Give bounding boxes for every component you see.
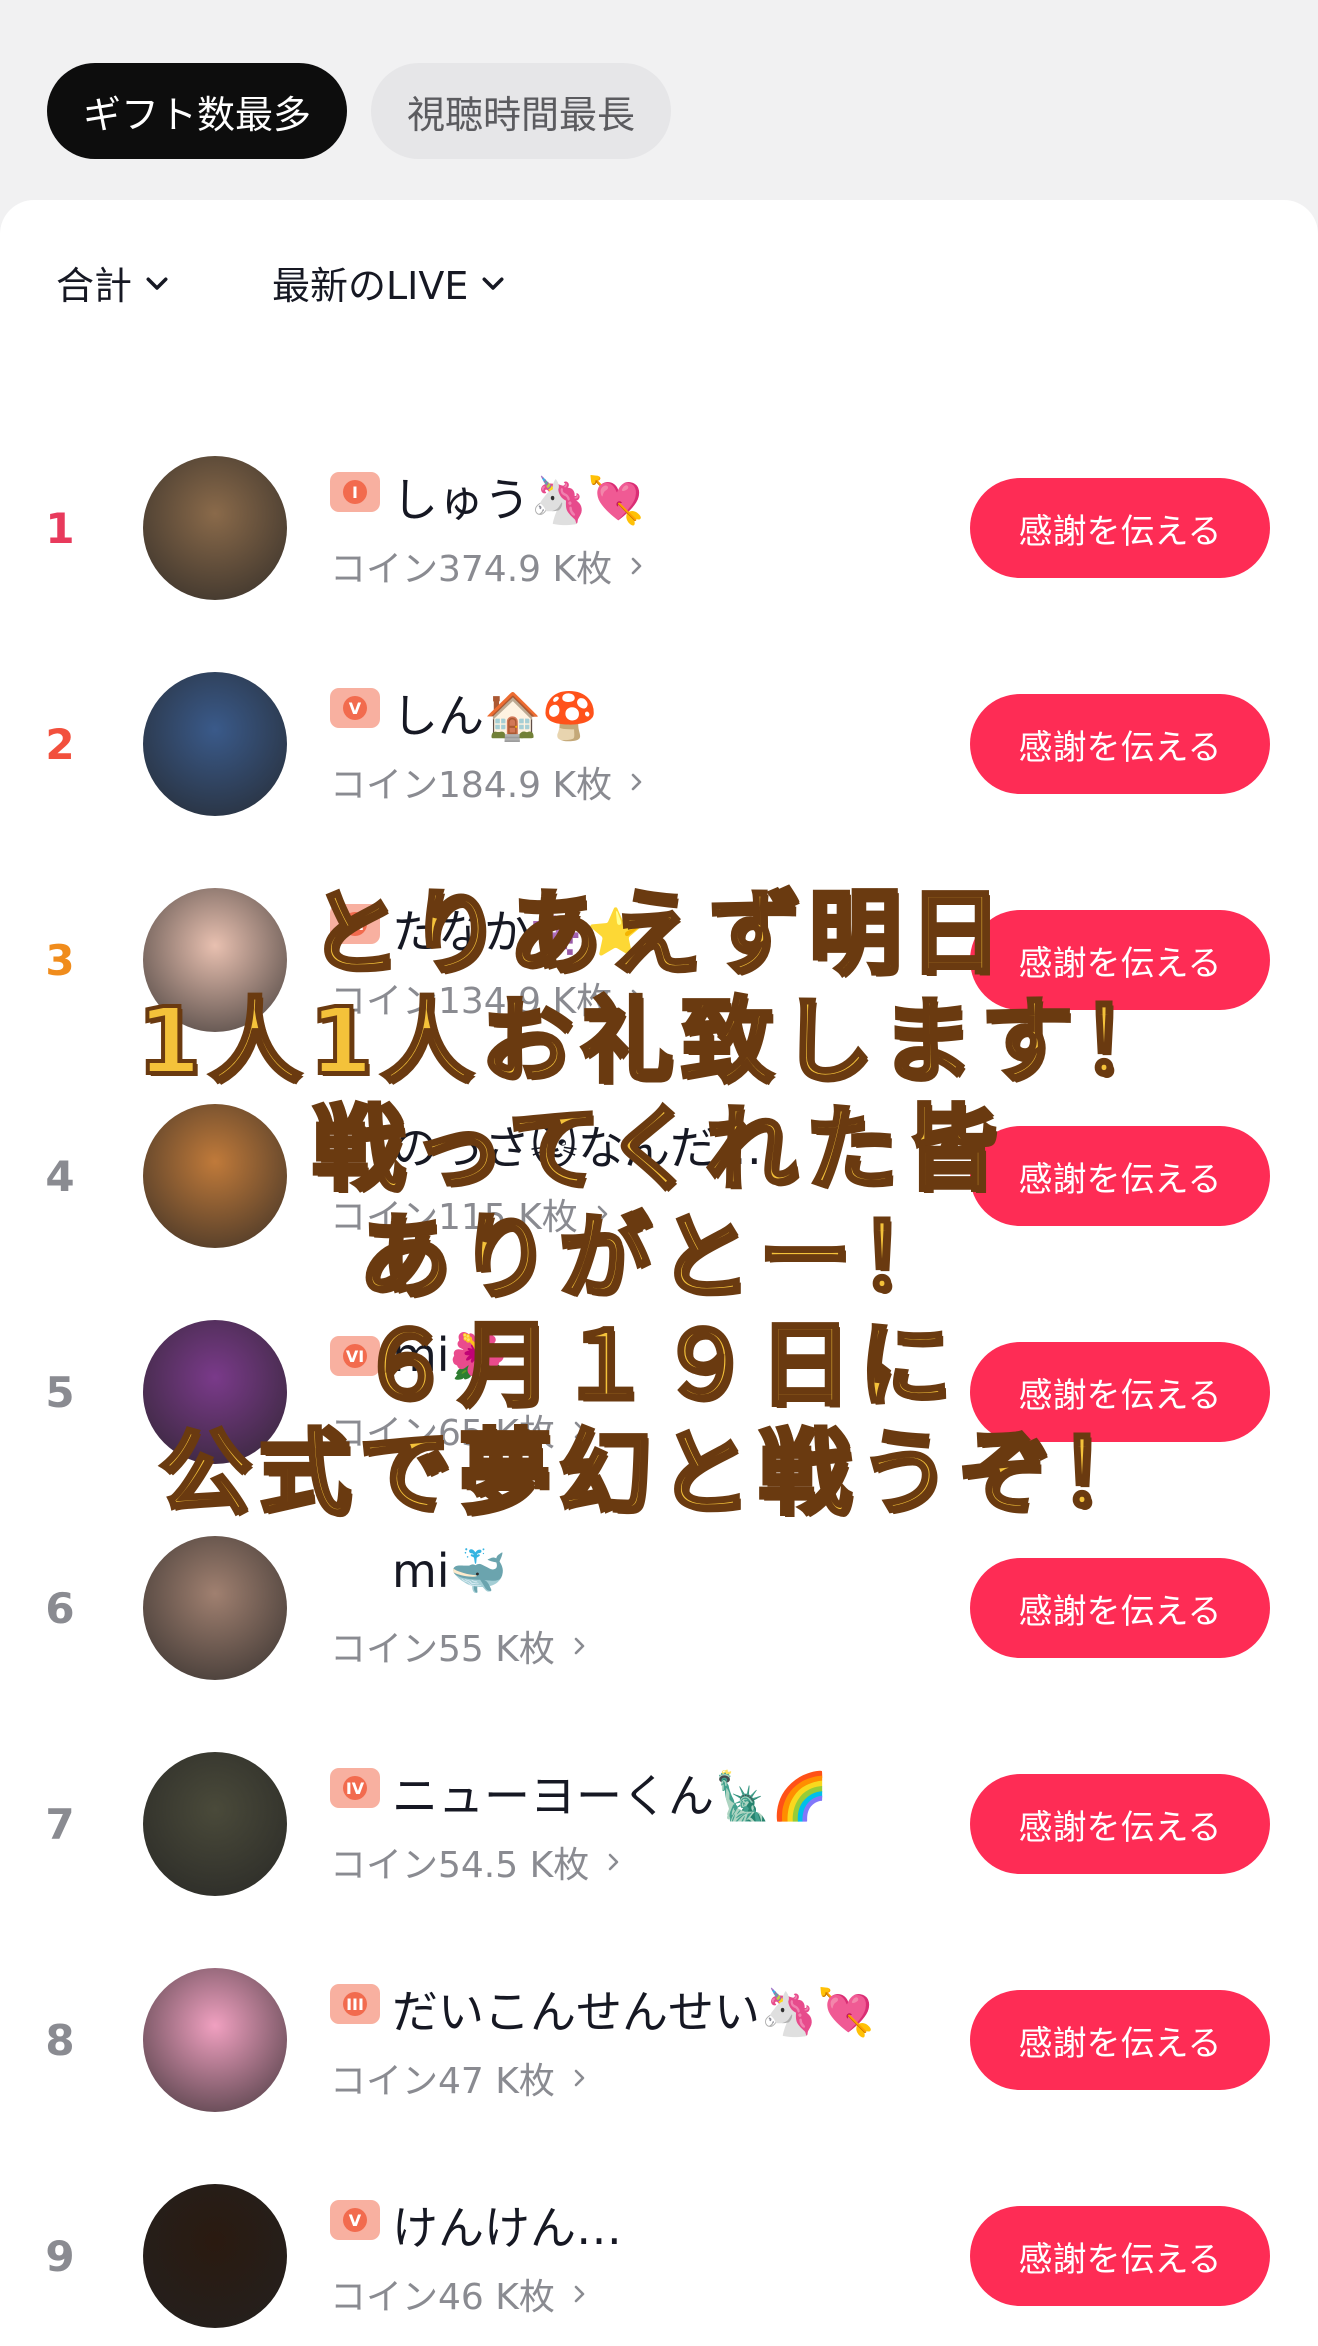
rank-number: 9 bbox=[45, 2231, 75, 2281]
send-thanks-button[interactable]: 感謝を伝える bbox=[970, 1558, 1270, 1658]
level-badge-icon: III bbox=[330, 1984, 380, 2024]
level-badge-label: III bbox=[343, 1992, 367, 2016]
coin-count: コイン46 K枚 bbox=[330, 2277, 555, 2318]
filter-latest-live-dropdown[interactable]: 最新のLIVE bbox=[272, 255, 508, 310]
send-thanks-button[interactable]: 感謝を伝える bbox=[970, 1342, 1270, 1442]
chevron-right-icon bbox=[574, 2069, 585, 2087]
ranking-row[interactable]: 2 V しん🏠🍄 コイン184.9 K枚 感謝を伝える bbox=[0, 636, 1318, 852]
rank-number: 1 bbox=[45, 503, 75, 553]
coin-count-link[interactable]: コイン54.5 K枚 bbox=[330, 1836, 625, 1888]
send-thanks-button[interactable]: 感謝を伝える bbox=[970, 1990, 1270, 2090]
coin-count-link[interactable]: コイン374.9 K枚 bbox=[330, 540, 648, 592]
level-badge-label: V bbox=[343, 2208, 367, 2232]
coin-count: コイン65 K枚 bbox=[330, 1413, 555, 1454]
chevron-right-icon bbox=[608, 1853, 619, 1871]
ranking-tabs: ギフト数最多 視聴時間最長 bbox=[47, 63, 671, 159]
filter-bar: 合計 最新のLIVE bbox=[56, 255, 508, 310]
level-badge-icon: V bbox=[330, 2200, 380, 2240]
coin-count-link[interactable]: コイン184.9 K枚 bbox=[330, 756, 648, 808]
coin-count-link[interactable]: コイン47 K枚 bbox=[330, 2052, 591, 2104]
avatar[interactable] bbox=[143, 672, 287, 816]
rank-number: 6 bbox=[45, 1583, 75, 1633]
coin-count-link[interactable]: コイン115 K枚 bbox=[330, 1188, 614, 1240]
ranking-row[interactable]: 6 mi🐳 コイン55 K枚 感謝を伝える bbox=[0, 1500, 1318, 1716]
chevron-right-icon bbox=[574, 2285, 585, 2303]
ranking-screen: ギフト数最多 視聴時間最長 合計 最新のLIVE 1 I しゅう🦄💘 コイン374.9… bbox=[0, 0, 1318, 2346]
coin-count-link[interactable]: コイン134.9 K枚 bbox=[330, 972, 648, 1024]
chevron-right-icon bbox=[631, 989, 642, 1007]
send-thanks-button[interactable]: 感謝を伝える bbox=[970, 478, 1270, 578]
ranking-row[interactable]: 7 IV ニューヨーくん🗽🌈 コイン54.5 K枚 感謝を伝える bbox=[0, 1716, 1318, 1932]
coin-count-link[interactable]: コイン46 K枚 bbox=[330, 2268, 591, 2320]
send-thanks-button[interactable]: 感謝を伝える bbox=[970, 1774, 1270, 1874]
avatar[interactable] bbox=[143, 2184, 287, 2328]
filter-total-dropdown[interactable]: 合計 bbox=[56, 255, 172, 310]
coin-count-link[interactable]: コイン55 K枚 bbox=[330, 1620, 591, 1672]
level-badge-label: V bbox=[343, 696, 367, 720]
user-name[interactable]: mi🐳 bbox=[392, 1544, 507, 1599]
coin-count: コイン374.9 K枚 bbox=[330, 549, 613, 590]
user-name[interactable]: しゅう🦄💘 bbox=[392, 464, 645, 530]
level-badge-icon: IV bbox=[330, 1768, 380, 1808]
avatar[interactable] bbox=[143, 1968, 287, 2112]
chevron-right-icon bbox=[574, 1421, 585, 1439]
avatar[interactable] bbox=[143, 1320, 287, 1464]
send-thanks-button[interactable]: 感謝を伝える bbox=[970, 694, 1270, 794]
chevron-right-icon bbox=[574, 1637, 585, 1655]
avatar[interactable] bbox=[143, 1536, 287, 1680]
avatar[interactable] bbox=[143, 888, 287, 1032]
level-badge-icon: I bbox=[330, 472, 380, 512]
chevron-right-icon bbox=[597, 1205, 608, 1223]
user-name[interactable]: しん🏠🍄 bbox=[392, 680, 599, 746]
ranking-panel: 合計 最新のLIVE 1 I しゅう🦄💘 コイン374.9 K枚 感謝を伝える 2 V しん🏠… bbox=[0, 200, 1318, 2346]
rank-number: 7 bbox=[45, 1799, 75, 1849]
send-thanks-button[interactable]: 感謝を伝える bbox=[970, 2206, 1270, 2306]
chevron-down-icon bbox=[482, 277, 504, 290]
ranking-row[interactable]: 9 V けんけん… コイン46 K枚 感謝を伝える bbox=[0, 2148, 1318, 2346]
rank-number: 2 bbox=[45, 719, 75, 769]
chevron-right-icon bbox=[631, 557, 642, 575]
user-name[interactable]: ニューヨーくん🗽🌈 bbox=[392, 1760, 829, 1826]
ranking-row[interactable]: 5 VI mi🌺 コイン65 K枚 感謝を伝える bbox=[0, 1284, 1318, 1500]
user-name[interactable]: だいこんせんせい🦄💘 bbox=[392, 1976, 875, 2042]
coin-count: コイン134.9 K枚 bbox=[330, 981, 613, 1022]
coin-count: コイン184.9 K枚 bbox=[330, 765, 613, 806]
coin-count-link[interactable]: コイン65 K枚 bbox=[330, 1404, 591, 1456]
level-badge-label: I bbox=[343, 480, 367, 504]
level-badge-icon: VI bbox=[330, 1336, 380, 1376]
coin-count: コイン47 K枚 bbox=[330, 2061, 555, 2102]
filter-latest-live-label: 最新のLIVE bbox=[272, 264, 469, 308]
filter-total-label: 合計 bbox=[56, 264, 133, 308]
avatar[interactable] bbox=[143, 1752, 287, 1896]
rank-number: 5 bbox=[45, 1367, 75, 1417]
user-name[interactable]: のっさ🐱なんだ… bbox=[392, 1112, 762, 1178]
avatar[interactable] bbox=[143, 1104, 287, 1248]
rank-number: 4 bbox=[45, 1151, 75, 1201]
send-thanks-button[interactable]: 感謝を伝える bbox=[970, 910, 1270, 1010]
chevron-down-icon bbox=[146, 277, 168, 290]
ranking-row[interactable]: 3 VI たなか👾⭐ コイン134.9 K枚 感謝を伝える bbox=[0, 852, 1318, 1068]
rank-number: 8 bbox=[45, 2015, 75, 2065]
level-badge-label: VI bbox=[343, 912, 367, 936]
avatar[interactable] bbox=[143, 456, 287, 600]
send-thanks-button[interactable]: 感謝を伝える bbox=[970, 1126, 1270, 1226]
level-badge-icon: V bbox=[330, 688, 380, 728]
ranking-row[interactable]: 4 のっさ🐱なんだ… コイン115 K枚 感謝を伝える bbox=[0, 1068, 1318, 1284]
coin-count: コイン55 K枚 bbox=[330, 1629, 555, 1670]
chevron-right-icon bbox=[631, 773, 642, 791]
level-badge-icon: VI bbox=[330, 904, 380, 944]
user-name[interactable]: けんけん… bbox=[392, 2192, 622, 2258]
coin-count: コイン54.5 K枚 bbox=[330, 1845, 590, 1886]
ranking-row[interactable]: 8 III だいこんせんせい🦄💘 コイン47 K枚 感謝を伝える bbox=[0, 1932, 1318, 2148]
tab-most-gifts[interactable]: ギフト数最多 bbox=[47, 63, 347, 159]
tab-longest-watch-time[interactable]: 視聴時間最長 bbox=[371, 63, 671, 159]
level-badge-label: VI bbox=[343, 1344, 367, 1368]
coin-count: コイン115 K枚 bbox=[330, 1197, 578, 1238]
user-name[interactable]: mi🌺 bbox=[392, 1328, 507, 1383]
rank-number: 3 bbox=[45, 935, 75, 985]
ranking-row[interactable]: 1 I しゅう🦄💘 コイン374.9 K枚 感謝を伝える bbox=[0, 420, 1318, 636]
level-badge-label: IV bbox=[343, 1776, 367, 1800]
user-name[interactable]: たなか👾⭐ bbox=[392, 896, 645, 962]
